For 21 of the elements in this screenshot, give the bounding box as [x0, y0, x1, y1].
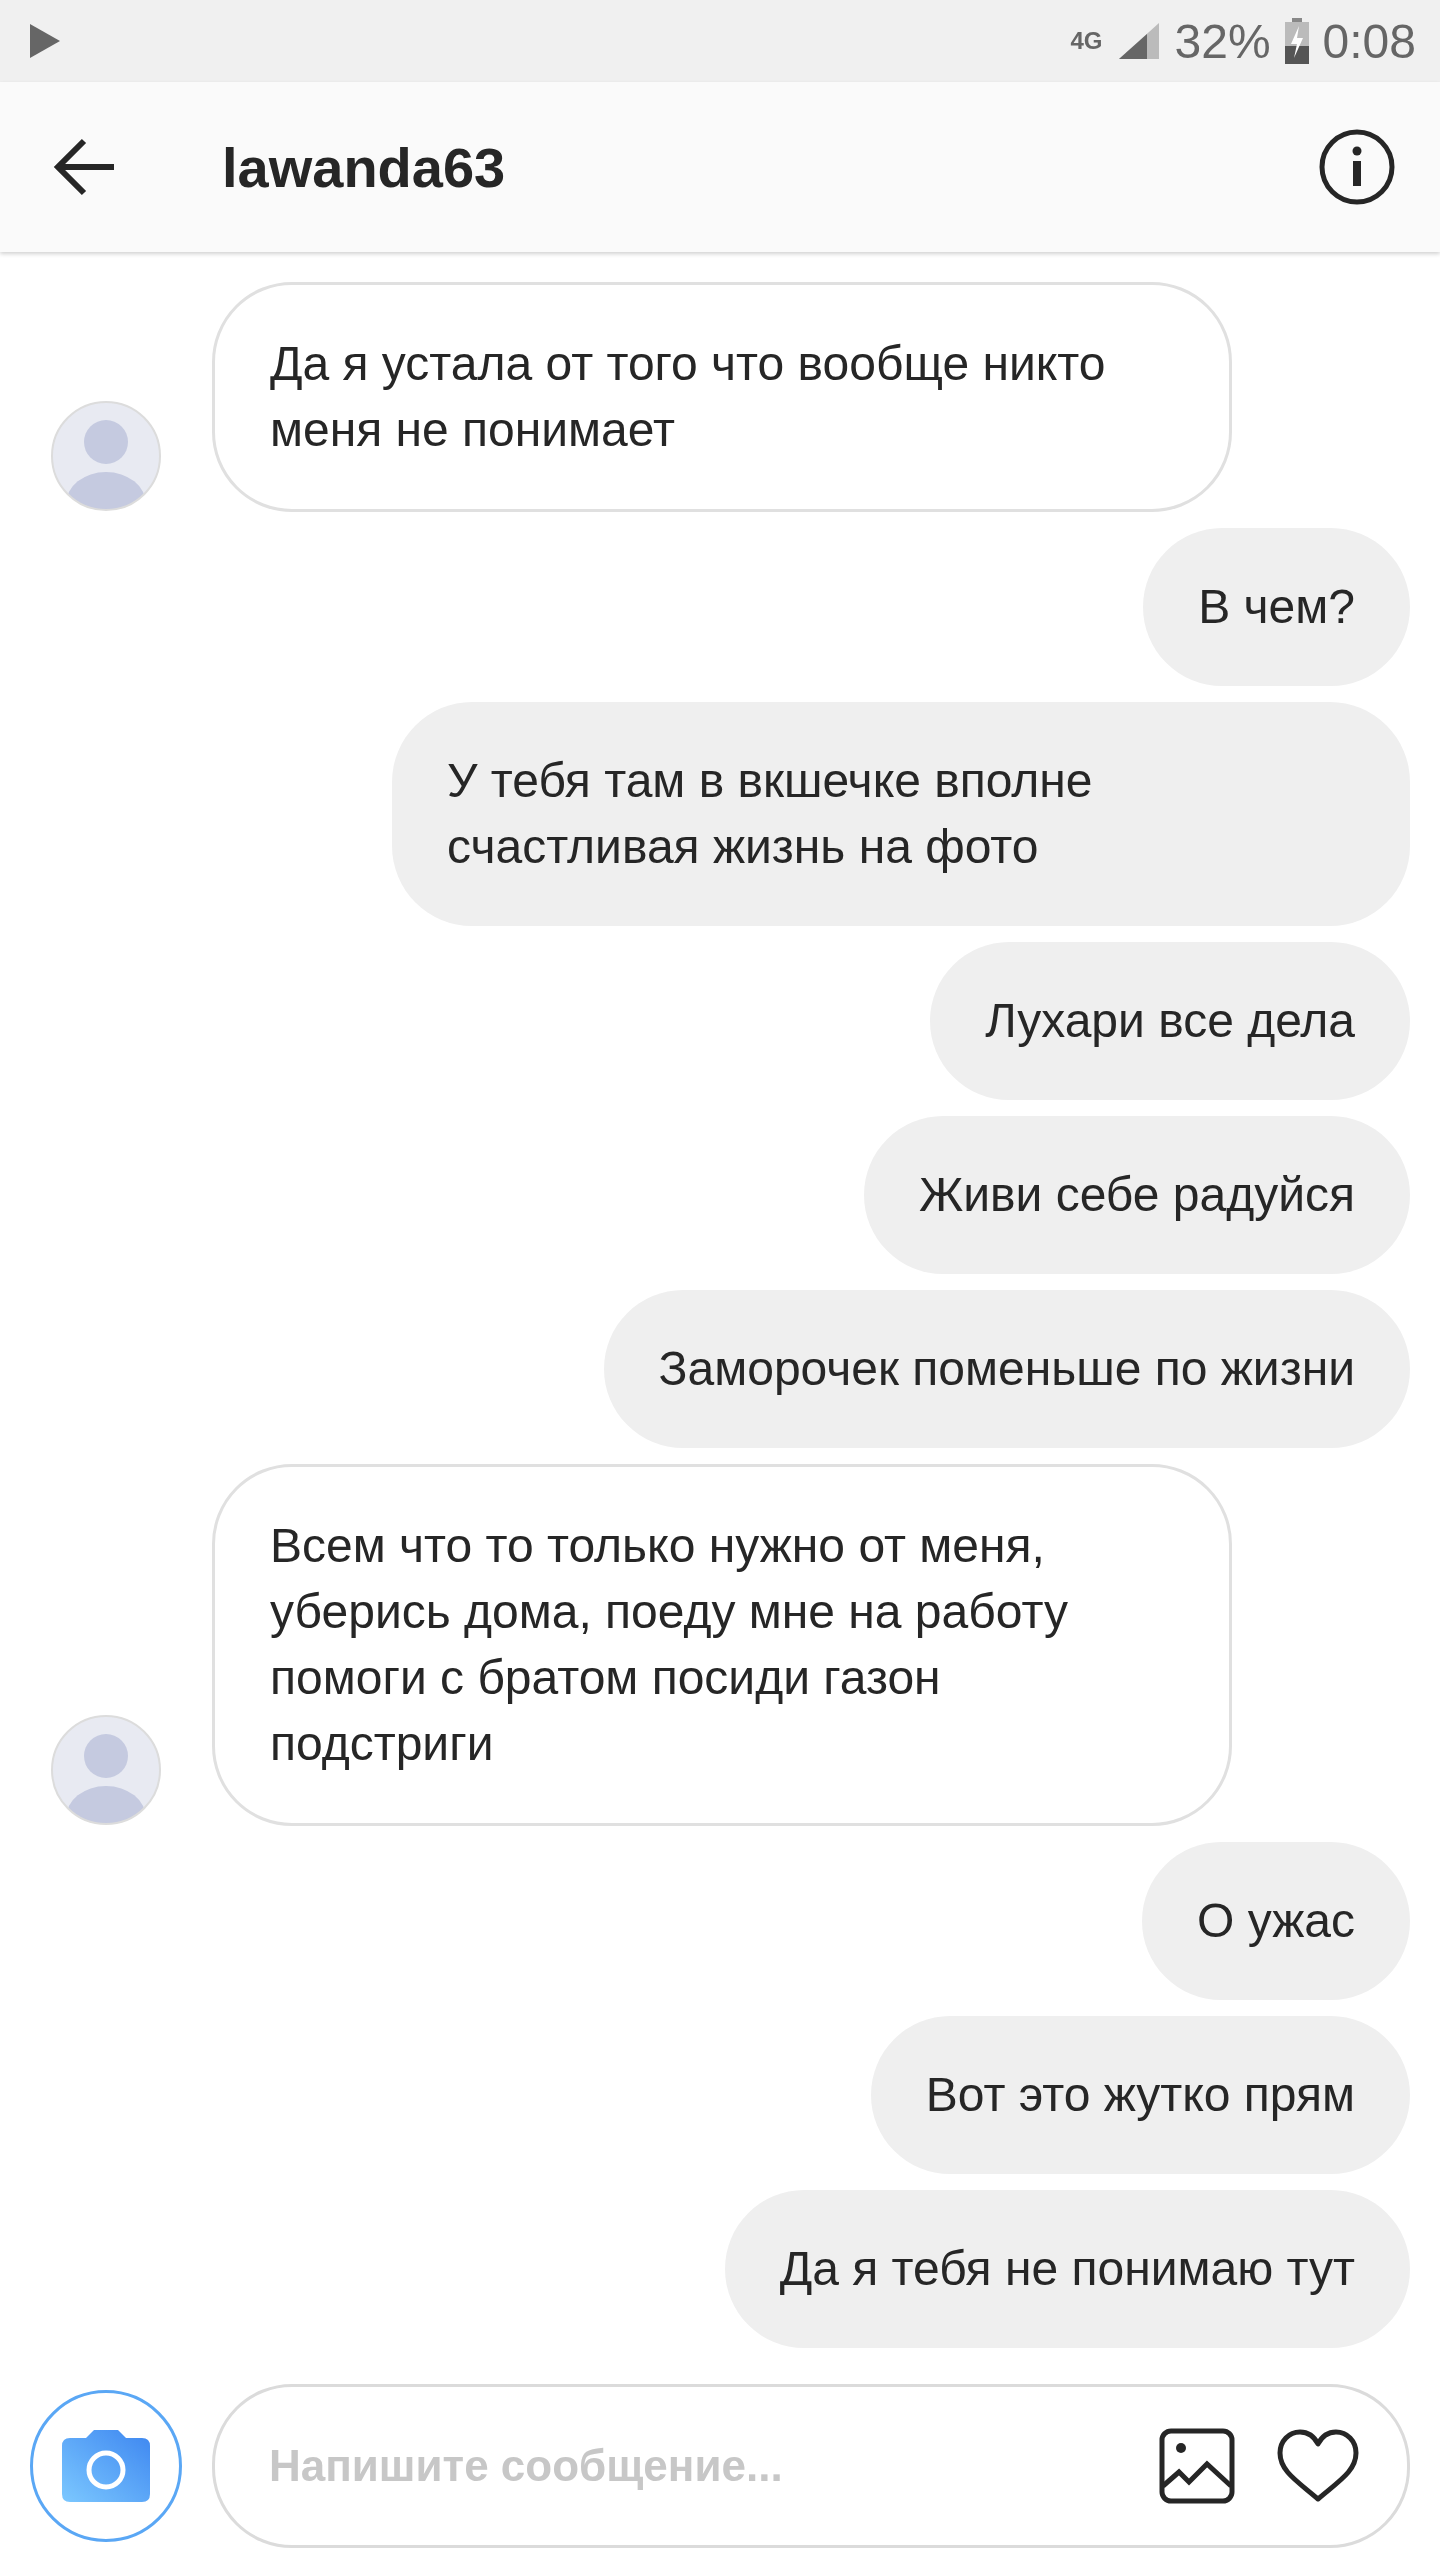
image-icon[interactable]: [1159, 2428, 1235, 2504]
message-bubble: Заморочек поменьше по жизни: [603, 1290, 1410, 1448]
message-bubble: Вот это жутко прям: [870, 2016, 1410, 2174]
message-bubble: Живи себе радуйся: [863, 1116, 1410, 1274]
clock-time: 0:08: [1322, 13, 1416, 69]
message-bubble: Лухари все дела: [930, 942, 1410, 1100]
battery-charging-icon: [1284, 18, 1309, 64]
message-bubble: Всем что то только нужно от меня, уберись дома, поеду мне на работу помоги с братом посиди газон подстриги: [212, 1464, 1232, 1826]
chat-title: lawanda63: [222, 134, 507, 200]
message-bubble: Да я тебя не понимаю тут: [724, 2190, 1410, 2348]
message-input[interactable]: Напишите сообщение...: [267, 2440, 1117, 2492]
message-bubble: В чем?: [1143, 528, 1410, 686]
network-type: 4G: [1070, 27, 1103, 55]
battery-percent: 32%: [1174, 13, 1271, 69]
info-icon[interactable]: [1318, 128, 1396, 206]
message-bubble: О ужас: [1142, 1842, 1410, 2000]
camera-icon: [60, 2428, 152, 2504]
message-bubble: Да я устала от того что вообще никто меня не понимает: [212, 282, 1232, 512]
play-icon: [28, 22, 62, 60]
heart-icon[interactable]: [1277, 2429, 1359, 2503]
message-bubble: У тебя там в вкшечке вполне счастливая жизнь на фото: [392, 702, 1410, 926]
